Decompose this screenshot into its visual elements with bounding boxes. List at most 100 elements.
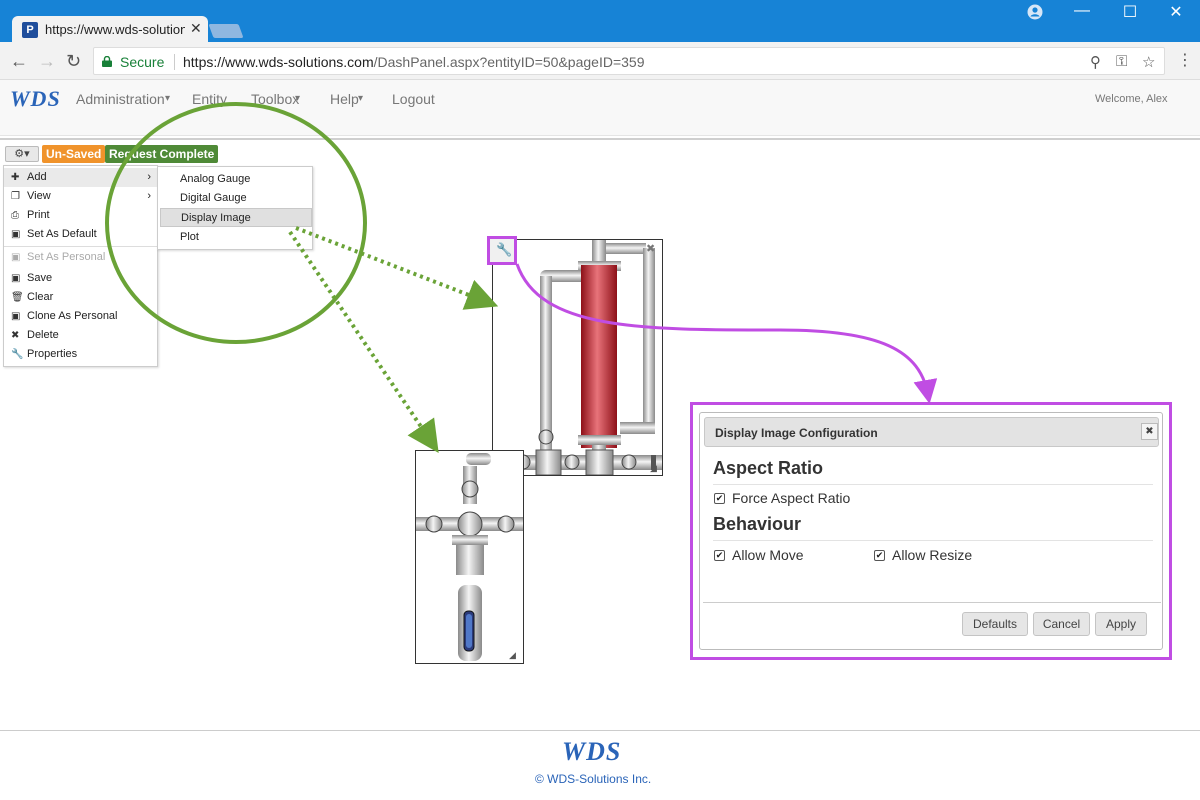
window-icon: ❐ — [11, 191, 20, 202]
vessel-pipe-image — [493, 240, 662, 475]
key-icon[interactable]: ⚿ — [1116, 53, 1127, 70]
back-icon[interactable]: ← — [10, 51, 28, 72]
settings-dropdown-button[interactable]: ⚙▾ — [5, 146, 39, 162]
browser-window: P https://www.wds-solution ✕ — ☐ ✕ ← → ↻… — [0, 0, 1200, 800]
nav-help[interactable]: Help — [330, 91, 359, 107]
caret-down-icon: ▾ — [358, 93, 364, 104]
display-image-widget-well[interactable] — [415, 450, 524, 664]
browser-menu-icon[interactable]: ⋮ — [1177, 50, 1193, 70]
section-divider — [713, 540, 1153, 541]
navbar-divider — [0, 136, 1200, 140]
menu-item-print[interactable]: ⎙ Print — [4, 206, 157, 225]
dialog-title: Display Image Configuration — [715, 426, 878, 440]
address-bar[interactable]: Secure https://www.wds-solutions.com/Das… — [93, 47, 1165, 75]
unsaved-badge: Un-Saved — [42, 145, 106, 163]
menu-item-label: Properties — [27, 348, 78, 360]
menu-item-clear[interactable]: 🗑 Clear — [4, 288, 157, 307]
allow-move-label: Allow Move — [732, 547, 804, 563]
widget-config-button[interactable]: 🔧 — [487, 236, 517, 265]
add-submenu: Analog Gauge Digital Gauge Display Image Pl… — [157, 166, 313, 250]
allow-resize-checkbox[interactable]: ✔ — [874, 550, 885, 561]
save-icon: ▣ — [11, 229, 21, 240]
chevron-right-icon: › — [147, 190, 151, 202]
menu-item-view[interactable]: ❐ View › — [4, 187, 157, 206]
menu-item-label: Save — [27, 272, 53, 284]
allow-move-checkbox[interactable]: ✔ — [714, 550, 725, 561]
widget-close-icon[interactable]: ✖ — [646, 242, 655, 255]
copyright-text: © WDS-Solutions Inc. — [535, 772, 652, 786]
nav-administration[interactable]: Administration — [76, 91, 165, 107]
close-icon[interactable]: ✖ — [1141, 423, 1158, 440]
submenu-item-analog-gauge[interactable]: Analog Gauge — [160, 170, 312, 189]
account-icon[interactable] — [1027, 4, 1043, 20]
tab-close-icon[interactable]: ✕ — [190, 20, 202, 37]
submenu-item-digital-gauge[interactable]: Digital Gauge — [160, 189, 312, 208]
menu-item-properties[interactable]: 🔧 Properties — [4, 345, 157, 364]
dialog-footer-divider — [703, 602, 1161, 603]
zoom-icon[interactable]: ⚲ — [1090, 53, 1101, 71]
force-aspect-checkbox[interactable]: ✔ — [714, 493, 725, 504]
secure-label: Secure — [120, 54, 165, 70]
menu-item-set-as-personal: ▣ Set As Personal — [4, 248, 157, 267]
minimize-button[interactable]: — — [1059, 2, 1105, 20]
footer-logo: WDS — [562, 737, 622, 766]
aspect-ratio-heading: Aspect Ratio — [713, 458, 824, 478]
arrow-to-widget — [288, 230, 439, 453]
allow-resize-label: Allow Resize — [892, 547, 973, 563]
menu-item-label: Set As Default — [27, 228, 97, 240]
nav-toolbox[interactable]: Toolbox — [251, 91, 299, 107]
plus-icon: ✚ — [11, 172, 20, 183]
menu-item-add[interactable]: ✚ Add › — [4, 168, 157, 187]
menu-divider — [4, 246, 157, 247]
resize-handle-icon[interactable]: ◢ — [509, 650, 516, 661]
menu-item-label: View — [27, 190, 51, 202]
menu-item-delete[interactable]: ✖ Delete — [4, 326, 157, 345]
check-icon: ✔ — [875, 550, 884, 560]
omnibox-separator — [174, 54, 175, 70]
welcome-text: Welcome, Alex — [1095, 93, 1168, 105]
display-image-config-dialog: Display Image Configuration ✖ Aspect Rat… — [699, 412, 1163, 650]
favicon-icon: P — [22, 22, 38, 38]
forward-icon[interactable]: → — [38, 51, 56, 72]
submenu-item-display-image[interactable]: Display Image — [160, 208, 312, 227]
save-icon: ▣ — [11, 273, 21, 284]
browser-toolbar: ← → ↻ Secure https://www.wds-solutions.c… — [0, 42, 1200, 80]
dashboard-context-menu: ✚ Add › ❐ View › ⎙ Print ▣ Set As Default ▣ Set As … — [3, 165, 158, 367]
check-icon: ✔ — [715, 493, 724, 503]
url-text: https://www.wds-solutions.com/DashPanel.… — [183, 54, 644, 70]
caret-down-icon: ▾ — [295, 93, 301, 104]
tab-title: https://www.wds-solution — [45, 22, 185, 37]
force-aspect-label: Force Aspect Ratio — [732, 490, 851, 506]
menu-item-save[interactable]: ▣ Save — [4, 269, 157, 288]
check-icon: ✔ — [715, 550, 724, 560]
browser-tab[interactable]: P https://www.wds-solution ✕ — [12, 16, 208, 43]
defaults-button[interactable]: Defaults — [962, 612, 1028, 636]
apply-button[interactable]: Apply — [1095, 612, 1147, 636]
menu-item-set-as-default[interactable]: ▣ Set As Default — [4, 225, 157, 244]
nav-logout[interactable]: Logout — [392, 91, 435, 107]
delete-icon: ✖ — [11, 330, 20, 341]
dialog-header[interactable]: Display Image Configuration ✖ — [704, 417, 1159, 447]
url-path: /DashPanel.aspx?entityID=50&pageID=359 — [373, 54, 645, 70]
title-bar: P https://www.wds-solution ✕ — ☐ ✕ — [0, 0, 1200, 43]
reload-icon[interactable]: ↻ — [66, 51, 81, 72]
wds-logo[interactable]: WDS — [10, 86, 61, 112]
app-navbar: WDS Administration ▾ Entity Toolbox ▾ Help ▾ Lo… — [0, 80, 1200, 136]
behaviour-heading: Behaviour — [713, 514, 802, 534]
cancel-button[interactable]: Cancel — [1033, 612, 1090, 636]
menu-item-label: Delete — [27, 329, 59, 341]
close-window-button[interactable]: ✕ — [1153, 2, 1199, 22]
display-image-widget-vessel[interactable] — [492, 239, 663, 476]
maximize-button[interactable]: ☐ — [1107, 2, 1153, 22]
new-tab-button[interactable] — [208, 24, 244, 38]
menu-item-label: Clear — [27, 291, 54, 303]
save-icon: ▣ — [11, 311, 21, 322]
well-pipe-image — [416, 453, 523, 661]
menu-item-label: Set As Personal — [27, 251, 106, 263]
nav-entity[interactable]: Entity — [192, 91, 227, 107]
submenu-item-plot[interactable]: Plot — [160, 228, 312, 247]
section-divider — [713, 484, 1153, 485]
resize-handle-icon[interactable]: ◢ — [650, 463, 657, 474]
star-icon[interactable]: ☆ — [1142, 53, 1155, 71]
menu-item-clone-as-personal[interactable]: ▣ Clone As Personal — [4, 307, 157, 326]
